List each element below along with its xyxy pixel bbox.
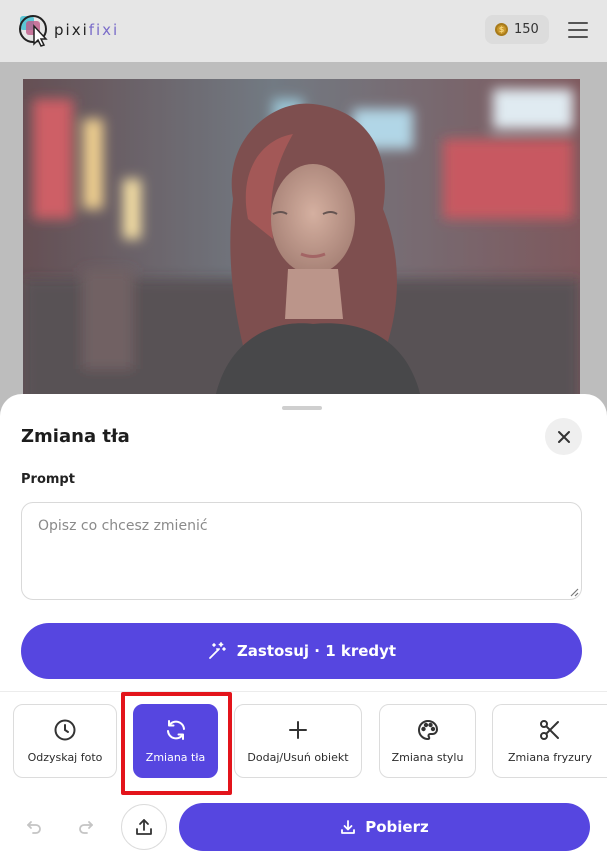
tool-odzyskaj-foto[interactable]: Odzyskaj foto — [13, 704, 117, 778]
resize-grip-icon[interactable] — [570, 588, 579, 597]
credits-badge[interactable]: $ 150 — [485, 15, 549, 44]
refresh-icon — [166, 720, 185, 740]
close-icon — [557, 430, 570, 443]
undo-icon — [27, 821, 41, 834]
tool-zmiana-fryzury[interactable]: Zmiana fryzury — [492, 704, 607, 778]
tool-zmiana-stylu[interactable]: Zmiana stylu — [379, 704, 476, 778]
download-button-label: Pobierz — [365, 818, 429, 836]
app-header: pixifixi $ 150 — [0, 0, 607, 62]
upload-icon — [136, 819, 152, 835]
download-button[interactable]: Pobierz — [179, 803, 590, 851]
palette-icon — [417, 719, 438, 741]
logo-text: pixifixi — [54, 21, 120, 39]
sheet-drag-handle[interactable] — [282, 406, 322, 410]
scissors-icon — [540, 720, 559, 740]
tool-zmiana-tla[interactable]: Zmiana tła — [133, 704, 218, 778]
prompt-input[interactable] — [21, 502, 582, 600]
clock-icon — [54, 719, 76, 741]
close-button[interactable] — [545, 418, 582, 455]
share-upload-button[interactable] — [121, 804, 167, 850]
tool-label: Zmiana tła — [145, 751, 206, 764]
undo-button[interactable] — [23, 816, 45, 838]
download-icon — [341, 820, 356, 834]
sheet-title: Zmiana tła — [21, 426, 130, 447]
edited-photo — [23, 79, 580, 409]
magic-wand-icon — [209, 642, 226, 659]
logo-cursor-icon — [16, 12, 52, 48]
tool-label: Zmiana stylu — [391, 751, 464, 764]
apply-button[interactable]: Zastosuj · 1 kredyt — [21, 623, 582, 679]
tool-label: Odzyskaj foto — [27, 751, 103, 764]
plus-icon — [289, 721, 307, 739]
edit-bottom-sheet: Zmiana tła Prompt Zastosuj · 1 kredyt Od… — [0, 394, 607, 858]
hamburger-menu-icon[interactable] — [568, 22, 588, 38]
tool-label: Dodaj/Usuń obiekt — [247, 751, 349, 764]
tool-dodaj-usun-obiekt[interactable]: Dodaj/Usuń obiekt — [234, 704, 362, 778]
divider — [0, 691, 607, 692]
coin-icon: $ — [495, 23, 508, 36]
apply-button-label: Zastosuj · 1 kredyt — [236, 642, 397, 660]
redo-button[interactable] — [75, 816, 97, 838]
tool-label: Zmiana fryzury — [508, 751, 592, 764]
redo-icon — [79, 821, 93, 834]
credits-count: 150 — [514, 22, 539, 37]
pixifixi-logo[interactable]: pixifixi — [16, 12, 119, 48]
prompt-label: Prompt — [21, 472, 75, 487]
